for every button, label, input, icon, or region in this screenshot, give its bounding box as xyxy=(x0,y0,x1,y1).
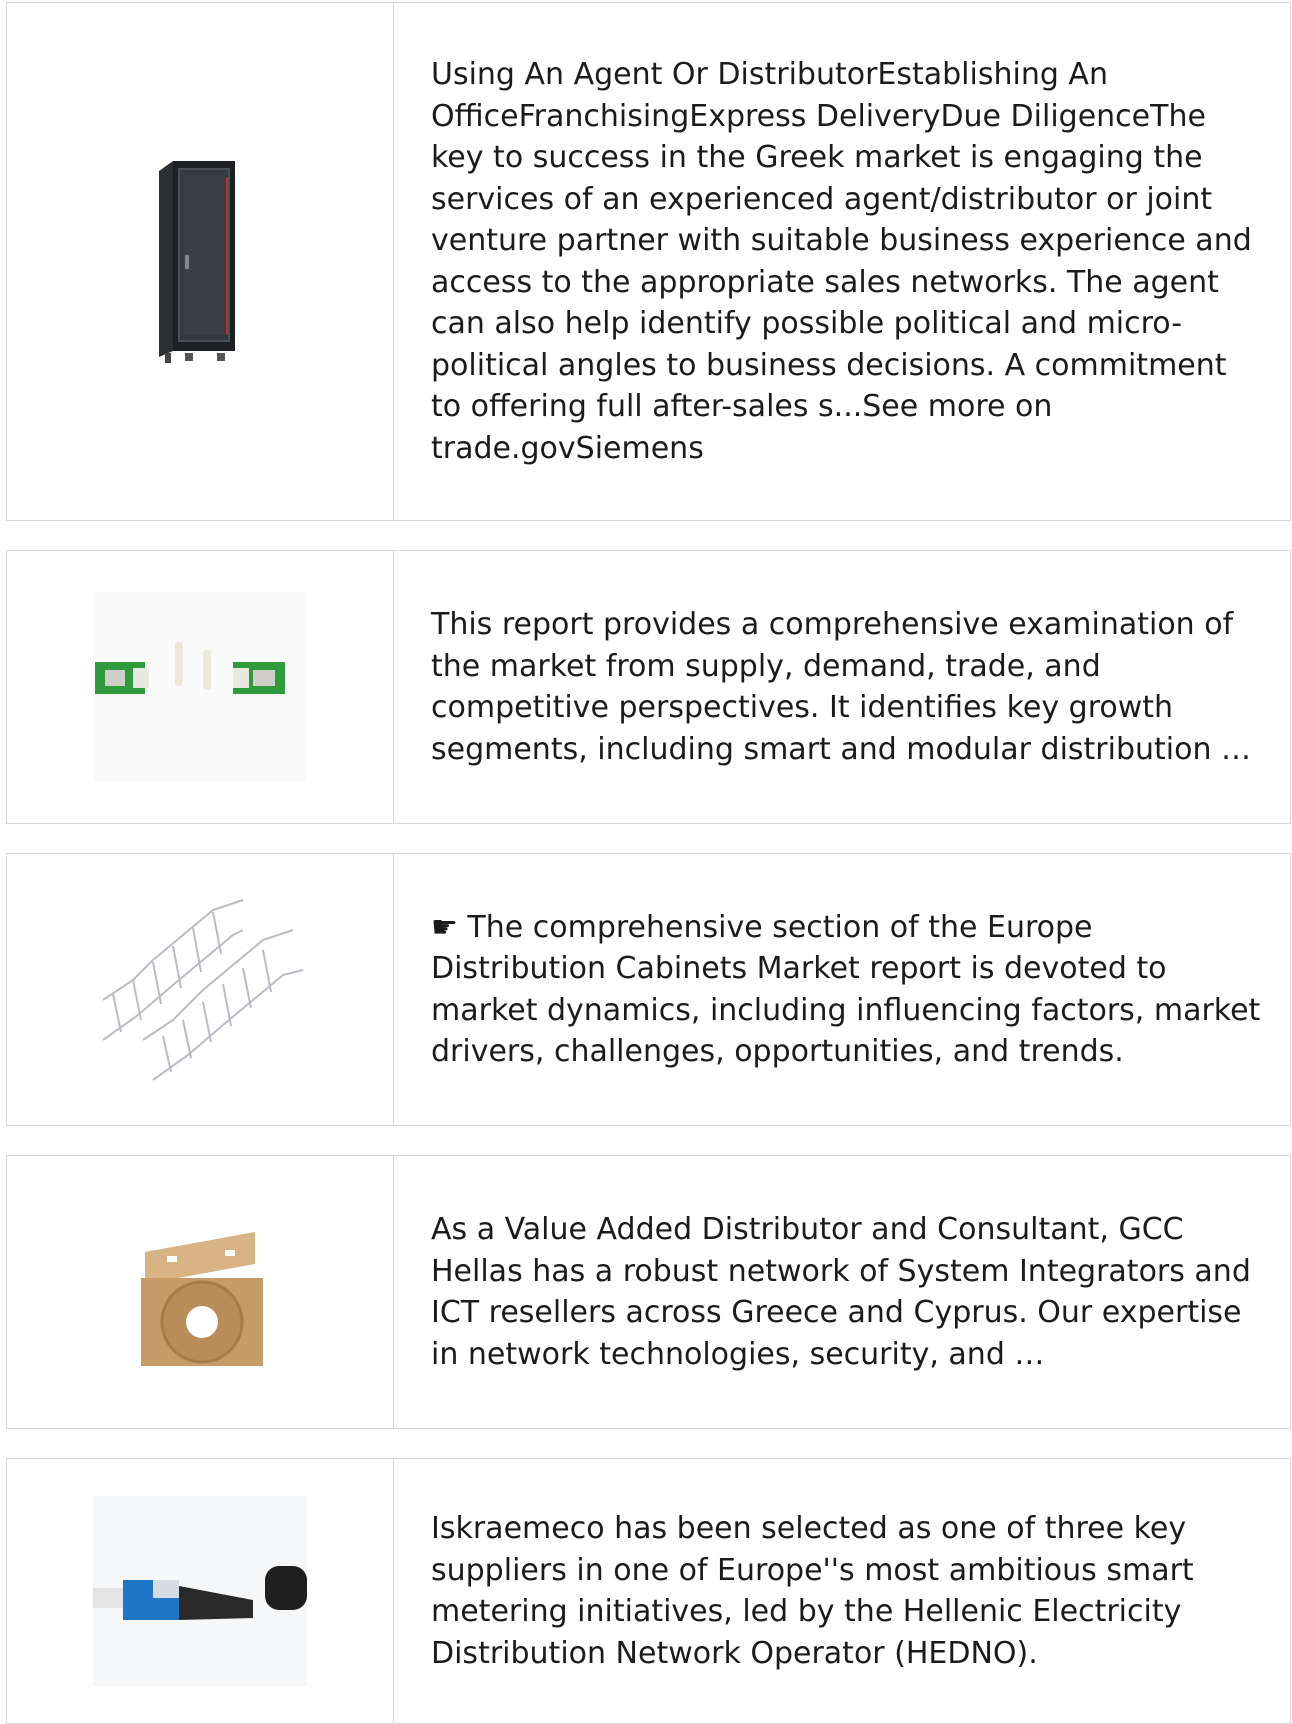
wire-mesh-cable-tray-icon xyxy=(102,898,304,1081)
result-card[interactable]: Using An Agent Or DistributorEstablishin… xyxy=(6,2,1291,521)
result-card[interactable]: Iskraemeco has been selected as one of t… xyxy=(6,1458,1291,1724)
server-rack-cabinet-icon xyxy=(159,160,235,363)
result-text: Using An Agent Or DistributorEstablishin… xyxy=(431,57,1252,466)
product-image[interactable] xyxy=(7,551,394,823)
product-image[interactable] xyxy=(7,3,394,520)
result-text: ☛ The comprehensive section of the Europ… xyxy=(431,909,1261,1070)
fiber-adapter-connectors-icon xyxy=(93,592,307,782)
product-image[interactable] xyxy=(7,854,394,1125)
result-card[interactable]: ☛ The comprehensive section of the Europ… xyxy=(6,853,1291,1126)
result-card[interactable]: This report provides a comprehensive exa… xyxy=(6,550,1291,824)
fiber-fast-connector-icon xyxy=(93,1496,307,1686)
cable-spool-box-icon xyxy=(141,1232,263,1366)
product-image[interactable] xyxy=(7,1459,394,1723)
product-image[interactable] xyxy=(7,1156,394,1428)
result-text: As a Value Added Distributor and Consult… xyxy=(431,1212,1251,1372)
result-text: Iskraemeco has been selected as one of t… xyxy=(431,1511,1194,1671)
result-card[interactable]: As a Value Added Distributor and Consult… xyxy=(6,1155,1291,1429)
result-text: This report provides a comprehensive exa… xyxy=(431,607,1252,767)
